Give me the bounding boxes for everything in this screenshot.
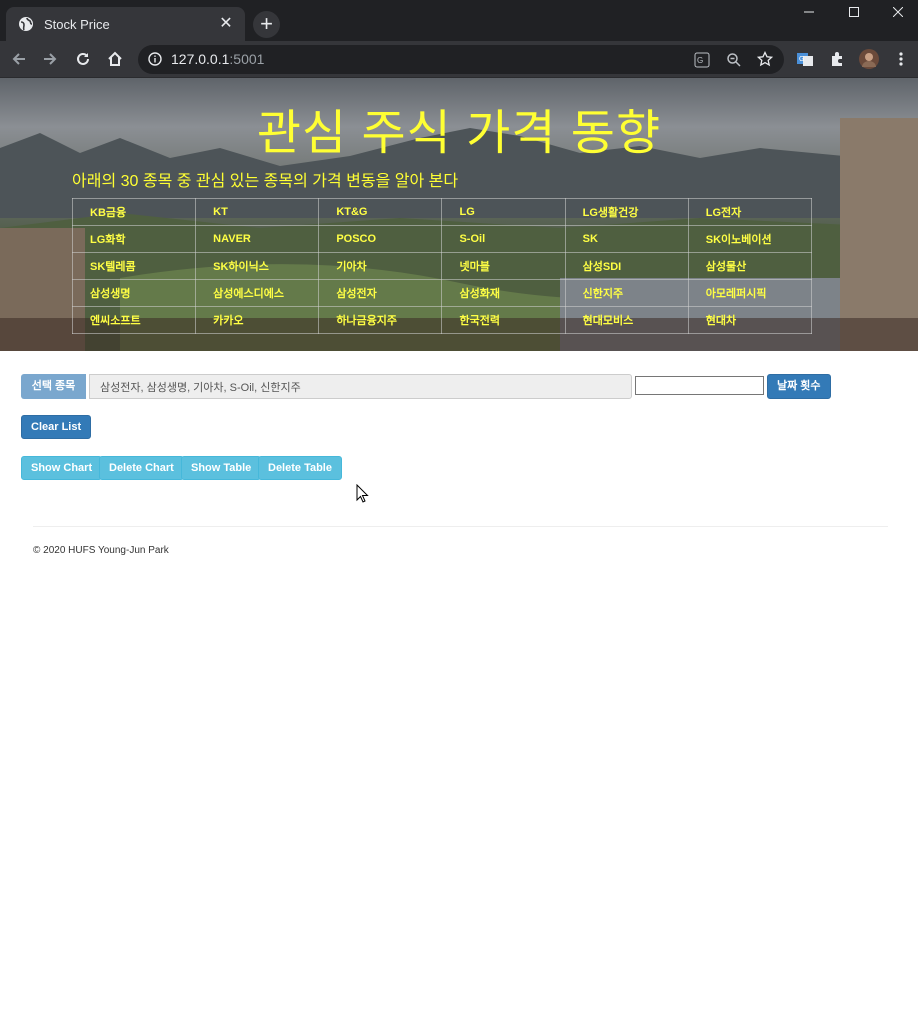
stock-cell[interactable]: KT [195,198,320,226]
stock-cell[interactable]: LG생활건강 [564,198,689,226]
stock-cell[interactable]: 현대모비스 [564,306,689,334]
close-window-icon[interactable] [875,0,918,23]
maximize-icon[interactable] [831,0,876,23]
stock-cell[interactable]: LG전자 [687,198,813,226]
table-row: LG화학 NAVER POSCO S-Oil SK SK이노베이션 [71,225,813,253]
svg-text:G: G [697,56,703,65]
selected-stocks-label: 선택 종목 [21,374,86,399]
stock-cell[interactable]: 삼성물산 [687,252,813,280]
show-table-button[interactable]: Show Table [181,456,262,480]
show-chart-button[interactable]: Show Chart [21,456,103,480]
browser-tab-strip: Stock Price ✕ + [0,0,918,41]
stock-cell[interactable]: 한국전력 [441,306,566,334]
stock-cell[interactable]: KT&G [318,198,443,226]
footer-divider [33,526,888,527]
stock-cell[interactable]: 신한지주 [564,279,689,307]
stock-cell[interactable]: NAVER [195,225,320,253]
table-row: 엔씨소프트 카카오 하나금융지주 한국전력 현대모비스 현대차 [71,306,813,334]
tab-title: Stock Price [44,16,110,32]
footer-copyright: © 2020 HUFS Young-Jun Park [33,545,169,556]
stock-cell[interactable]: 아모레퍼시픽 [687,279,813,307]
stock-cell[interactable]: 삼성에스디에스 [195,279,320,307]
globe-icon [18,16,34,32]
stock-cell[interactable]: 하나금융지주 [318,306,443,334]
page-title: 관심 주식 가격 동향 [256,107,662,160]
selected-stocks-input[interactable] [89,374,632,399]
delete-table-button[interactable]: Delete Table [258,456,342,480]
bookmark-star-icon[interactable] [756,50,774,72]
minimize-icon[interactable] [786,0,831,23]
table-row: 삼성생명 삼성에스디에스 삼성전자 삼성화재 신한지주 아모레퍼시픽 [71,279,813,307]
stock-cell[interactable]: SK하이닉스 [195,252,320,280]
reload-icon[interactable] [68,41,98,77]
address-bar[interactable]: 127.0.0.1:5001 G [138,45,784,74]
extensions-puzzle-icon[interactable] [822,41,852,77]
new-tab-button[interactable]: + [253,11,280,38]
mouse-cursor-icon [356,483,369,508]
stock-cell[interactable]: LG화학 [71,225,197,253]
stock-cell[interactable]: S-Oil [441,225,566,253]
url-port: :5001 [229,51,265,67]
table-row: KB금융 KT KT&G LG LG생활건강 LG전자 [71,198,813,226]
hero-banner: 관심 주식 가격 동향 아래의 30 종목 중 관심 있는 종목의 가격 변동을… [0,78,918,351]
svg-text:G: G [799,56,804,63]
stock-cell[interactable]: 삼성생명 [71,279,197,307]
stock-cell[interactable]: LG [441,198,566,226]
translate-icon[interactable]: G [694,52,710,73]
stock-cell[interactable]: 현대차 [687,306,813,334]
clear-list-button[interactable]: Clear List [21,415,92,439]
stock-table: KB금융 KT KT&G LG LG생활건강 LG전자 LG화학 NAVER P… [71,198,813,334]
kebab-menu-icon[interactable] [886,41,916,77]
stock-cell[interactable]: 엔씨소프트 [71,306,197,334]
forward-arrow-icon[interactable] [35,41,65,77]
zoom-out-icon[interactable] [726,52,742,73]
stock-cell[interactable]: 기아차 [318,252,443,280]
delete-chart-button[interactable]: Delete Chart [99,456,184,480]
profile-avatar[interactable] [854,41,884,77]
stock-cell[interactable]: 넷마블 [441,252,566,280]
url-host: 127.0.0.1 [171,51,230,67]
stock-cell[interactable]: 삼성전자 [318,279,443,307]
stock-cell[interactable]: 삼성SDI [564,252,689,280]
stock-cell[interactable]: 삼성화재 [441,279,566,307]
stock-cell[interactable]: SK텔레콤 [71,252,197,280]
browser-toolbar: 127.0.0.1:5001 G G [0,41,918,78]
stock-cell[interactable]: SK이노베이션 [687,225,813,253]
stock-cell[interactable]: KB금융 [71,198,197,226]
stock-cell[interactable]: POSCO [318,225,443,253]
back-arrow-icon[interactable] [4,41,34,77]
stock-cell[interactable]: 카카오 [195,306,320,334]
date-count-input[interactable] [635,376,764,395]
extension-translate-icon[interactable]: G [790,41,820,77]
home-icon[interactable] [100,41,130,77]
close-tab-icon[interactable]: ✕ [217,15,235,33]
browser-tab[interactable]: Stock Price ✕ [6,7,245,41]
stock-cell[interactable]: SK [564,225,689,253]
page-subtitle: 아래의 30 종목 중 관심 있는 종목의 가격 변동을 알아 본다 [72,173,459,190]
info-icon[interactable] [148,52,162,71]
date-count-button[interactable]: 날짜 횟수 [767,374,831,399]
table-row: SK텔레콤 SK하이닉스 기아차 넷마블 삼성SDI 삼성물산 [71,252,813,280]
